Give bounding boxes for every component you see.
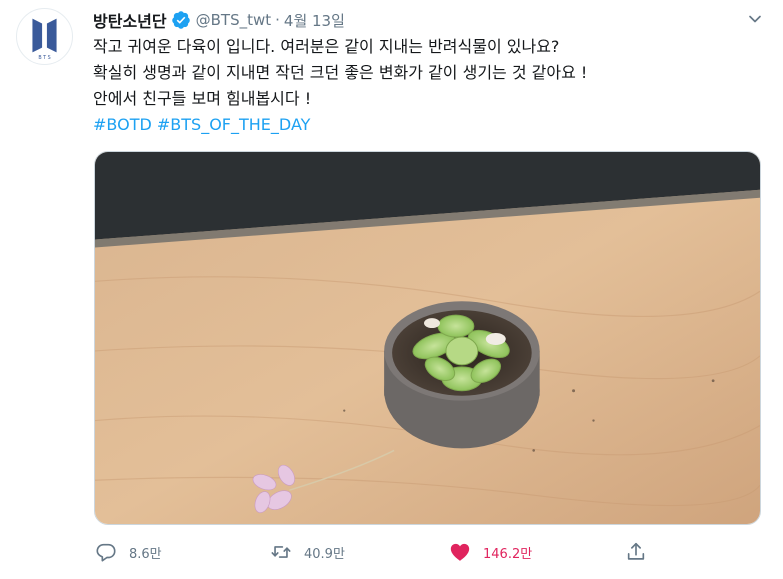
tweet[interactable]: B T S 방탄소년단 @BTS_twt · 4월 13일 작고 귀여운 다육이…: [0, 0, 783, 579]
hashtag-link[interactable]: #BTS_OF_THE_DAY: [157, 115, 311, 134]
reply-icon: [96, 543, 116, 562]
retweet-count: 40.9만: [304, 546, 345, 562]
hashtag-list: #BOTD #BTS_OF_THE_DAY: [93, 112, 763, 138]
share-icon: [627, 542, 645, 560]
tweet-text-line: 안에서 친구들 보며 힘내봅시다 !: [93, 89, 312, 108]
tweet-date[interactable]: 4월 13일: [284, 10, 345, 31]
heart-icon: [450, 543, 470, 561]
handle[interactable]: @BTS_twt: [196, 11, 272, 29]
like-count: 146.2만: [483, 546, 533, 562]
svg-text:B T S: B T S: [38, 55, 50, 61]
reply-button[interactable]: 8.6만: [95, 537, 162, 567]
bts-logo-icon: B T S: [32, 18, 57, 61]
retweet-button[interactable]: 40.9만: [270, 537, 345, 567]
chevron-down-icon[interactable]: [745, 9, 765, 29]
tweet-actions: 8.6만 40.9만 146.2만: [93, 537, 673, 567]
share-button[interactable]: [625, 537, 647, 567]
tweet-header: 방탄소년단 @BTS_twt · 4월 13일: [93, 8, 345, 32]
tweet-text-line: 작고 귀여운 다육이 입니다. 여러분은 같이 지내는 반려식물이 있나요?: [93, 37, 560, 56]
display-name[interactable]: 방탄소년단: [93, 8, 167, 32]
hashtag-link[interactable]: #BOTD: [93, 115, 152, 134]
reply-count: 8.6만: [129, 546, 162, 562]
tweet-photo[interactable]: [94, 151, 761, 525]
retweet-icon: [271, 546, 291, 558]
avatar[interactable]: B T S: [16, 8, 73, 65]
tweet-text: 작고 귀여운 다육이 입니다. 여러분은 같이 지내는 반려식물이 있나요? 확…: [93, 34, 763, 138]
like-button[interactable]: 146.2만: [449, 537, 532, 567]
separator-dot: ·: [275, 11, 280, 29]
succulent-photo: [95, 152, 760, 524]
tweet-text-line: 확실히 생명과 같이 지내면 작던 크던 좋은 변화가 같이 생기는 것 같아요…: [93, 63, 588, 82]
verified-badge-icon: [171, 10, 191, 30]
